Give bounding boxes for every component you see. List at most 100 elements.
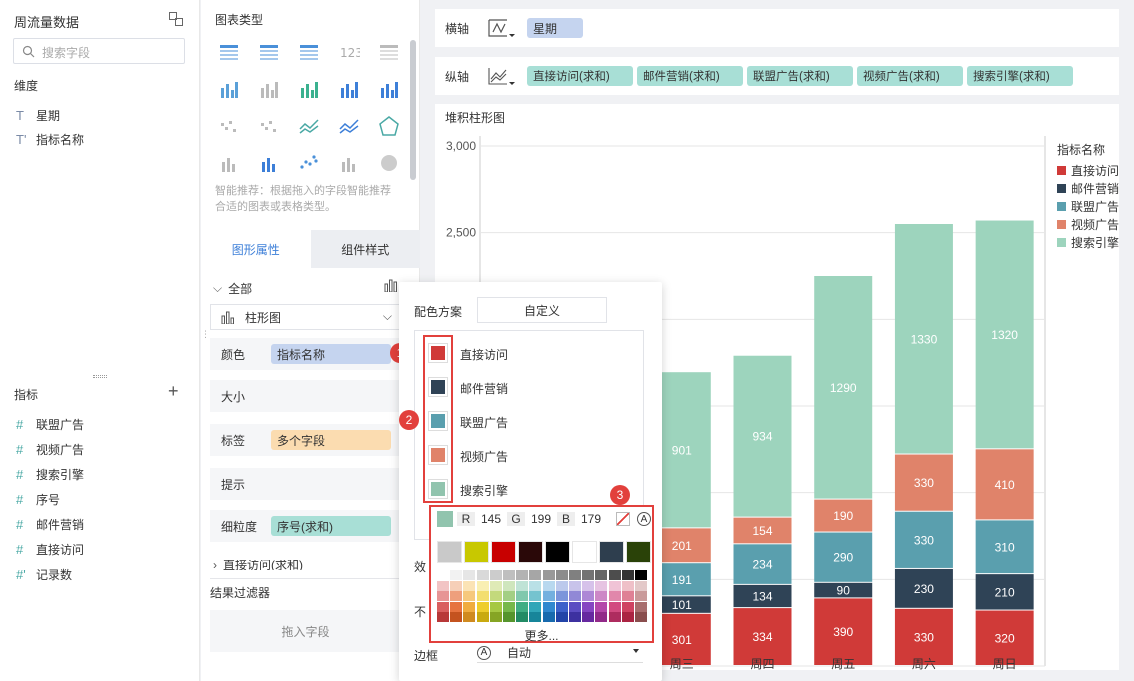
palette-swatch[interactable] <box>542 580 555 591</box>
palette-swatch[interactable] <box>450 570 463 580</box>
g-input[interactable]: 199 <box>525 512 557 526</box>
palette-swatch[interactable] <box>489 591 502 601</box>
palette-swatch[interactable] <box>437 570 449 580</box>
palette-swatch[interactable] <box>635 601 647 612</box>
palette-swatch[interactable] <box>503 612 515 622</box>
palette-swatch[interactable] <box>608 570 621 580</box>
auto-color-icon[interactable]: A <box>637 512 651 526</box>
palette-swatch[interactable] <box>450 591 463 601</box>
search-field-input[interactable]: 搜索字段 <box>13 38 185 64</box>
palette-swatch[interactable] <box>555 580 568 591</box>
palette-swatch[interactable] <box>635 591 647 601</box>
palette-swatch[interactable] <box>489 570 502 580</box>
color-field-chip[interactable]: 指标名称 <box>271 344 391 364</box>
tab-component-style[interactable]: 组件样式 <box>310 230 420 268</box>
palette-swatch[interactable] <box>489 612 502 622</box>
granularity-field-chip[interactable]: 序号(求和) <box>271 516 391 536</box>
multi-line-icon[interactable] <box>295 112 323 140</box>
y-field-chip[interactable]: 直接访问(求和) <box>527 66 633 86</box>
scatter-bar-icon[interactable] <box>255 112 283 140</box>
map-icon[interactable] <box>255 75 283 103</box>
palette-swatch[interactable] <box>529 612 542 622</box>
legend-swatch[interactable] <box>1057 166 1066 175</box>
scheme-select[interactable]: 自定义 <box>477 297 607 323</box>
dot-matrix-icon[interactable] <box>215 75 243 103</box>
palette-swatch[interactable] <box>476 570 489 580</box>
palette-swatch[interactable] <box>635 612 647 622</box>
stacked-bar-icon[interactable] <box>295 75 323 103</box>
label-field-chip[interactable]: 多个字段 <box>271 430 391 450</box>
heatmap-icon[interactable] <box>215 112 243 140</box>
palette-swatch[interactable] <box>437 541 462 563</box>
palette-swatch[interactable] <box>555 570 568 580</box>
area-line-icon[interactable] <box>335 112 363 140</box>
radar-icon[interactable] <box>375 112 403 140</box>
measure-field[interactable]: # 搜索引擎 <box>16 464 84 484</box>
chart-type-select[interactable]: 柱形图 ⌵ <box>210 304 401 330</box>
palette-swatch[interactable] <box>503 601 515 612</box>
palette-swatch[interactable] <box>516 601 529 612</box>
legend-swatch[interactable] <box>1057 202 1066 211</box>
palette-swatch[interactable] <box>545 541 570 563</box>
legend-label[interactable]: 邮件营销 <box>1071 182 1119 196</box>
palette-swatch[interactable] <box>621 580 634 591</box>
palette-swatch[interactable] <box>599 541 624 563</box>
palette-swatch[interactable] <box>542 612 555 622</box>
palette-swatch[interactable] <box>595 570 608 580</box>
palette-swatch[interactable] <box>437 612 449 622</box>
palette-swatch[interactable] <box>582 591 595 601</box>
palette-swatch[interactable] <box>489 580 502 591</box>
palette-swatch[interactable] <box>595 601 608 612</box>
palette-swatch[interactable] <box>572 541 597 563</box>
legend-label[interactable]: 搜索引擎 <box>1071 235 1119 250</box>
measure-field[interactable]: # 邮件营销 <box>16 514 84 534</box>
area-chart-icon[interactable] <box>215 149 243 177</box>
palette-swatch[interactable] <box>608 580 621 591</box>
palette-swatch[interactable] <box>529 601 542 612</box>
palette-swatch[interactable] <box>569 601 581 612</box>
collapsed-series-row[interactable]: › 直接访问(求和) <box>213 560 303 570</box>
text-card-icon[interactable] <box>375 38 403 66</box>
palette-swatch[interactable] <box>516 591 529 601</box>
palette-swatch[interactable] <box>464 541 489 563</box>
palette-swatch[interactable] <box>450 601 463 612</box>
series-color-swatch[interactable] <box>428 479 448 499</box>
legend-label[interactable]: 联盟广告 <box>1071 200 1119 214</box>
palette-swatch[interactable] <box>518 541 543 563</box>
b-input[interactable]: 179 <box>575 512 607 526</box>
series-color-swatch[interactable] <box>428 343 448 363</box>
palette-swatch[interactable] <box>463 580 476 591</box>
legend-swatch[interactable] <box>1057 238 1066 247</box>
measure-field[interactable]: # 直接访问 <box>16 539 84 559</box>
dimension-field[interactable]: T 星期 <box>16 105 60 125</box>
palette-swatch[interactable] <box>529 570 542 580</box>
panel-resize-handle[interactable] <box>93 375 107 378</box>
all-row[interactable]: ⌵ 全部 <box>213 280 252 297</box>
palette-swatch[interactable] <box>555 591 568 601</box>
palette-swatch[interactable] <box>503 570 515 580</box>
palette-swatch[interactable] <box>621 591 634 601</box>
palette-swatch[interactable] <box>489 601 502 612</box>
detail-table-icon[interactable] <box>295 38 323 66</box>
palette-swatch[interactable] <box>463 612 476 622</box>
palette-swatch[interactable] <box>503 580 515 591</box>
palette-swatch[interactable] <box>595 612 608 622</box>
measure-field[interactable]: # 联盟广告 <box>16 414 84 434</box>
palette-swatch[interactable] <box>491 541 516 563</box>
add-measure-icon[interactable]: + <box>168 382 179 400</box>
palette-swatch[interactable] <box>555 601 568 612</box>
y-axis-type-icon[interactable] <box>487 65 527 87</box>
y-field-chip[interactable]: 视频广告(求和) <box>857 66 963 86</box>
palette-swatch[interactable] <box>582 570 595 580</box>
palette-swatch[interactable] <box>635 580 647 591</box>
palette-swatch[interactable] <box>635 570 647 580</box>
granularity-property[interactable]: 细粒度 序号(求和) <box>210 510 401 542</box>
filter-drop-zone[interactable]: 拖入字段 <box>210 610 401 652</box>
combo-chart-icon[interactable] <box>255 149 283 177</box>
palette-swatch[interactable] <box>463 570 476 580</box>
hint-property[interactable]: 提示 <box>210 468 401 500</box>
measure-field[interactable]: # 序号 <box>16 489 60 509</box>
palette-swatch[interactable] <box>555 612 568 622</box>
palette-swatch[interactable] <box>595 580 608 591</box>
drag-handle-icon[interactable]: ⋮ <box>201 330 210 344</box>
